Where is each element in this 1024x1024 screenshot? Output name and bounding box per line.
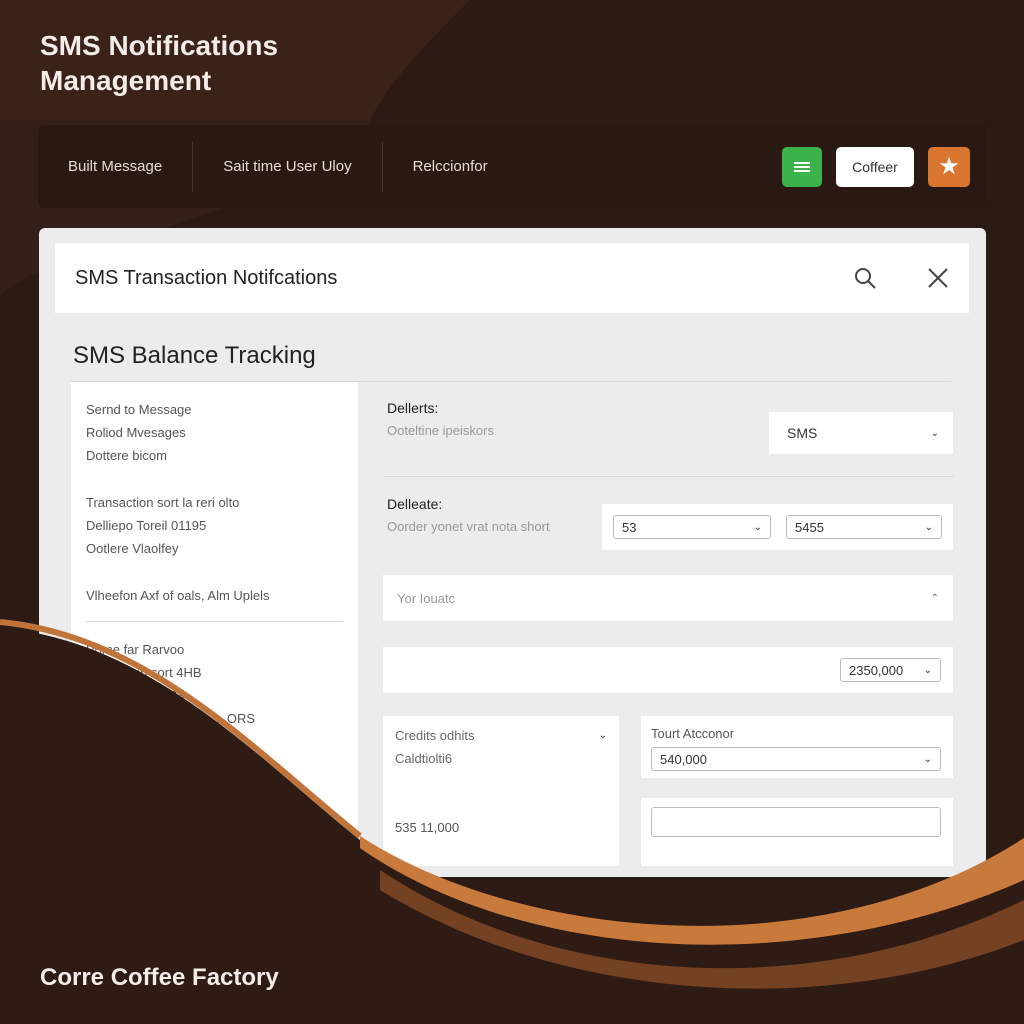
hamburger-icon <box>794 160 810 174</box>
credits-label: Credits odhits <box>395 728 475 743</box>
row3-label: Yor Iouatc <box>397 590 456 606</box>
nav-actions: Coffeer ★ <box>782 146 986 187</box>
list-item[interactable]: 70J3 <box>86 684 343 707</box>
chevron-down-icon: ⌄ <box>753 521 762 533</box>
chevron-down-icon[interactable]: ⌄ <box>599 730 607 741</box>
select-a-value: 53 <box>622 519 637 535</box>
amount-select[interactable]: 2350,000 ⌄ <box>840 658 941 682</box>
search-icon[interactable] <box>853 266 877 290</box>
select-a[interactable]: 53 ⌄ <box>613 515 771 539</box>
list-item[interactable]: Roliod Mvesages <box>86 421 343 444</box>
account-label: Tourt Atcconor <box>651 726 735 741</box>
list-item[interactable]: Vlheefon Axf of oals, Alm Uplels <box>86 584 343 607</box>
left-divider <box>86 621 343 622</box>
list-item[interactable]: Dottere bicom <box>86 444 343 467</box>
left-group-pome: Pome far Rarvoo ...rinitrersh sort 4HB 7… <box>86 638 343 730</box>
panel-header-title: SMS Transaction Notifcations <box>75 266 338 289</box>
chevron-up-icon: ⌃ <box>930 592 939 604</box>
credits-total: 535 11,000 <box>395 820 460 835</box>
nav-item-built-message[interactable]: Built Message <box>38 142 192 192</box>
favorite-button[interactable]: ★ <box>928 146 970 187</box>
account-input[interactable] <box>651 807 941 837</box>
star-icon: ★ <box>938 153 960 180</box>
left-group-transactions: Transaction sort la reri olto Delliepo T… <box>86 491 343 560</box>
sms-type-select[interactable]: SMS ⌄ <box>769 412 953 454</box>
select-b-value: 5455 <box>795 519 824 535</box>
top-navigation: Built Message Sait time User Uloy Relcci… <box>38 125 986 208</box>
row2-label-group: Delleate: Oorder yonet vrat nota short <box>387 496 550 534</box>
main-panel: SMS Transaction Notifcations SMS Balance… <box>39 228 986 877</box>
menu-button[interactable] <box>782 146 822 187</box>
credits-sub: Caldtiolti6 <box>395 751 453 766</box>
list-item[interactable]: Delliepo Toreil 01195 <box>86 514 343 537</box>
left-sidebar: Sernd to Message Roliod Mvesages Dottere… <box>71 382 358 877</box>
sms-type-select-value: SMS <box>787 425 818 441</box>
row3-collapsible[interactable]: Yor Iouatc ⌃ <box>383 575 953 621</box>
left-group-messages: Sernd to Message Roliod Mvesages Dottere… <box>86 398 343 467</box>
nav-item-sait-time[interactable]: Sait time User Uloy <box>193 142 381 192</box>
row1-label: Dellerts: <box>387 400 439 416</box>
list-item[interactable]: Sernd to Message <box>86 398 343 421</box>
section-title: SMS Balance Tracking <box>73 342 316 369</box>
row2-sub: Oorder yonet vrat nota short <box>387 519 550 534</box>
list-item[interactable]: Pome far Rarvoo <box>86 638 343 661</box>
header-icons <box>853 266 969 290</box>
amount-select-value: 2350,000 <box>849 662 904 678</box>
footer-brand: Corre Coffee Factory <box>40 964 279 991</box>
list-item[interactable]: Ootlere Vlaolfey <box>86 537 343 560</box>
row-divider <box>384 476 954 477</box>
chevron-down-icon: ⌄ <box>923 664 932 676</box>
chevron-down-icon: ⌄ <box>924 521 933 533</box>
list-item[interactable]: ...rinitrersh sort 4HB <box>86 661 343 684</box>
chevron-down-icon: ⌄ <box>923 753 932 765</box>
list-item[interactable]: Transaction sort la reri olto <box>86 491 343 514</box>
account-select[interactable]: 540,000 ⌄ <box>651 747 941 771</box>
panel-header: SMS Transaction Notifcations <box>55 243 969 313</box>
nav-item-relccionfor[interactable]: Relccionfor <box>383 142 518 192</box>
page-title: SMS Notifications Management <box>40 30 279 96</box>
row2-label: Delleate: <box>387 496 443 512</box>
row1-label-group: Dellerts: Ooteltine ipeiskors <box>387 400 494 438</box>
chevron-down-icon: ⌄ <box>930 427 939 439</box>
account-select-value: 540,000 <box>660 751 707 767</box>
close-icon[interactable] <box>927 267 949 289</box>
row1-sub: Ooteltine ipeiskors <box>387 423 494 438</box>
coffee-button[interactable]: Coffeer <box>836 146 914 187</box>
list-item[interactable]: ...ORS <box>86 707 343 730</box>
credits-card: Credits odhits ⌄ Caldtiolti6 535 11,000 <box>383 716 619 866</box>
select-b[interactable]: 5455 ⌄ <box>786 515 942 539</box>
